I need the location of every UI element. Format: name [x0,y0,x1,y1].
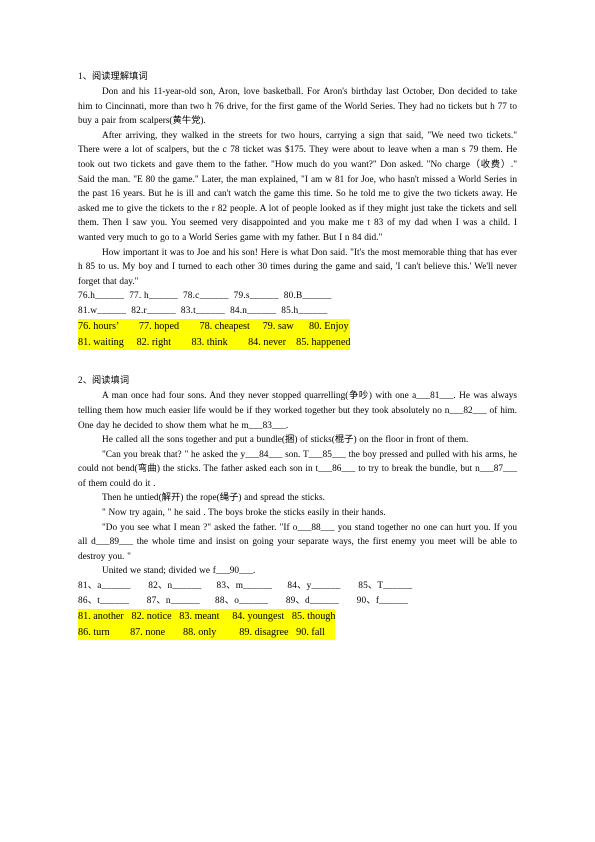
section-reading-fill-2: 2、阅读填词 A man once had four sons. And the… [78,372,517,641]
section1-paragraph-1: Don and his 11-year-old son, Aron, love … [78,87,517,127]
section2-paragraph-2: He called all the sons together and put … [102,435,469,446]
section2-paragraph-3: "Can you break that? " he asked the y___… [78,449,517,489]
section2-answer-key: 81. another 82. notice 83. meant 84. you… [78,609,336,641]
section2-paragraph-4: Then he untied(解开) the rope(绳子) and spre… [102,493,325,504]
section2-heading: 2、阅读填词 [78,375,130,386]
section1-prompt-row-2[interactable]: 81.w______ 82.r______ 83.t______ 84.n___… [78,304,517,319]
section2-answer-row-2: 86. turn 87. none 88. only 89. disagree … [78,624,326,641]
section2-paragraph-6: "Do you see what I mean ?" asked the fat… [78,522,517,562]
section2-answer-row-1: 81. another 82. notice 83. meant 84. you… [78,609,336,625]
section2-prompt-row-1[interactable]: 81、a______ 82、n______ 83、m______ 84、y___… [78,579,517,594]
document-page: 1、阅读理解填词 Don and his 11-year-old son, Ar… [0,0,595,842]
section1-answer-row-2: 81. waiting 82. right 83. think 84. neve… [78,334,351,351]
section1-heading: 1、阅读理解填词 [78,71,148,81]
section1-paragraph-2: After arriving, they walked in the stree… [78,130,517,243]
section1-paragraph-3: How important it was to Joe and his son!… [78,247,517,287]
section2-paragraph-7: United we stand; divided we f___90___. [102,566,256,577]
section-reading-fill-1: 1、阅读理解填词 Don and his 11-year-old son, Ar… [78,68,517,351]
section1-prompt-row-1[interactable]: 76.h______ 77. h______ 78.c______ 79.s__… [78,289,517,304]
section1-answer-row-1: 76. hours’ 77. hoped 78. cheapest 79. sa… [78,319,349,335]
section2-prompt-row-2[interactable]: 86、t______ 87、n______ 88、o______ 89、d___… [78,594,517,609]
section1-answer-key: 76. hours’ 77. hoped 78. cheapest 79. sa… [78,319,351,351]
section2-paragraph-5: " Now try again, " he said . The boys br… [102,508,386,519]
section2-paragraph-1: A man once had four sons. And they never… [78,391,517,431]
